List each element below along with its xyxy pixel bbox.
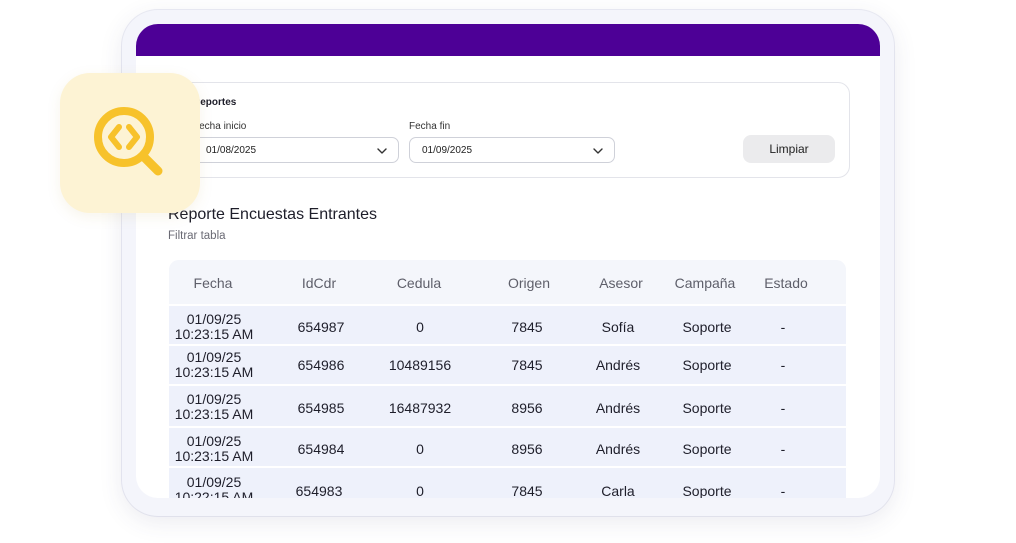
app-screen: Reportes Fecha inicio 01/08/2025 Fecha f… [136, 24, 880, 498]
col-header-asesor[interactable]: Asesor [581, 275, 661, 291]
cell-estado: - [780, 357, 786, 373]
table-header: Fecha IdCdr Cedula Origen Asesor Campaña… [169, 260, 846, 304]
cell-date: 01/09/25 10:22:15 AM [174, 474, 254, 499]
cell-origen: 7845 [511, 483, 543, 499]
start-date-value: 01/08/2025 [206, 145, 257, 156]
table-row[interactable]: 01/09/25 10:23:15 AM 654984 0 8956 Andrés… [169, 426, 846, 466]
clear-button[interactable]: Limpiar [743, 135, 835, 163]
col-header-campana[interactable]: Campaña [663, 275, 747, 291]
cell-estado: - [780, 319, 786, 335]
chevron-down-icon [377, 148, 387, 154]
cell-cedula: 10489156 [388, 357, 452, 373]
cell-origen: 8956 [511, 400, 543, 416]
col-header-origen[interactable]: Origen [489, 275, 569, 291]
col-header-fecha[interactable]: Fecha [171, 275, 255, 291]
cell-estado: - [780, 441, 786, 457]
cell-asesor: Andrés [595, 400, 641, 416]
start-date-label: Fecha inicio [193, 121, 247, 132]
filter-table-link[interactable]: Filtrar tabla [168, 230, 226, 242]
col-header-idcdr[interactable]: IdCdr [279, 275, 359, 291]
cell-cedula: 0 [416, 441, 424, 457]
cell-idcdr: 654984 [297, 441, 345, 457]
cell-estado: - [780, 483, 786, 499]
cell-idcdr: 654985 [297, 400, 345, 416]
code-search-icon [94, 107, 163, 176]
cell-campana: Soporte [682, 483, 732, 499]
filter-panel: Reportes Fecha inicio 01/08/2025 Fecha f… [172, 82, 850, 178]
table-row[interactable]: 01/09/25 10:23:15 AM 654987 0 7845 Sofía … [169, 304, 846, 344]
cell-origen: 7845 [511, 357, 543, 373]
top-header-bar [136, 24, 880, 56]
cell-idcdr: 654986 [297, 357, 345, 373]
cell-campana: Soporte [682, 441, 732, 457]
end-date-value: 01/09/2025 [422, 145, 473, 156]
table-row[interactable]: 01/09/25 10:23:15 AM 654985 16487932 8956… [169, 384, 846, 426]
table-row[interactable]: 01/09/25 10:23:15 AM 654986 10489156 7845… [169, 344, 846, 384]
col-header-cedula[interactable]: Cedula [375, 275, 463, 291]
cell-idcdr: 654983 [295, 483, 343, 499]
code-search-badge [60, 73, 200, 213]
chevron-down-icon [593, 148, 603, 154]
cell-asesor: Andrés [595, 357, 641, 373]
cell-campana: Soporte [682, 357, 732, 373]
cell-asesor: Andrés [595, 441, 641, 457]
cell-cedula: 0 [416, 319, 424, 335]
cell-cedula: 16487932 [388, 400, 452, 416]
cell-idcdr: 654987 [297, 319, 345, 335]
report-title: Reporte Encuestas Entrantes [168, 206, 378, 223]
report-table: Fecha IdCdr Cedula Origen Asesor Campaña… [169, 260, 846, 498]
end-date-select[interactable]: 01/09/2025 [409, 137, 615, 163]
cell-estado: - [780, 400, 786, 416]
cell-asesor: Sofía [601, 319, 635, 335]
cell-asesor: Carla [601, 483, 635, 499]
cell-campana: Soporte [682, 400, 732, 416]
cell-date: 01/09/25 10:23:15 AM [174, 433, 254, 464]
col-header-estado[interactable]: Estado [746, 275, 826, 291]
table-row[interactable]: 01/09/25 10:22:15 AM 654983 0 7845 Carla … [169, 466, 846, 498]
cell-date: 01/09/25 10:23:15 AM [174, 311, 254, 342]
cell-origen: 8956 [511, 441, 543, 457]
end-date-label: Fecha fin [409, 121, 451, 132]
cell-date: 01/09/25 10:23:15 AM [174, 349, 254, 380]
cell-campana: Soporte [682, 319, 732, 335]
start-date-select[interactable]: 01/08/2025 [193, 137, 399, 163]
cell-cedula: 0 [416, 483, 424, 499]
cell-origen: 7845 [511, 319, 543, 335]
cell-date: 01/09/25 10:23:15 AM [174, 391, 254, 422]
